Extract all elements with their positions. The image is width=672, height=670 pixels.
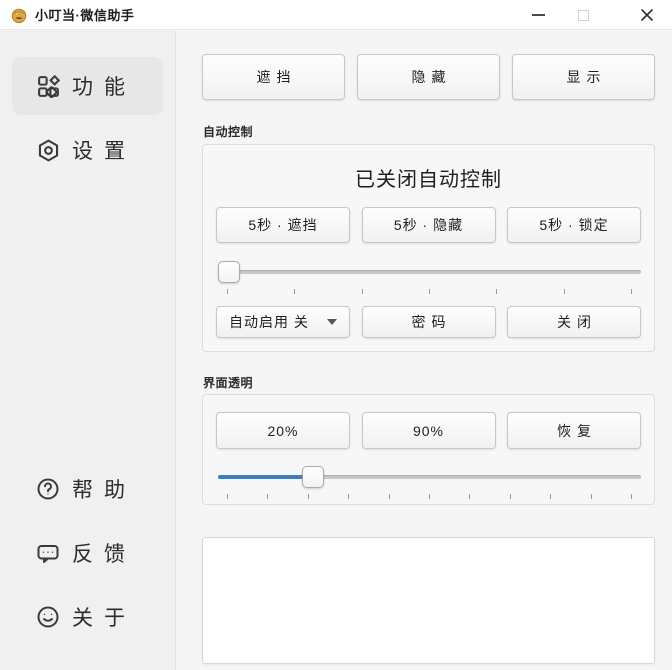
opacity-90-button[interactable]: 90% <box>362 412 496 449</box>
transparency-label: 界面透明 <box>203 374 253 391</box>
maximize-icon <box>578 10 589 21</box>
sidebar-item-about[interactable]: 关于 <box>12 588 163 646</box>
hide-button-label: 隐藏 <box>412 67 452 87</box>
bell-icon <box>10 6 28 24</box>
slider-thumb[interactable] <box>218 261 240 283</box>
app-window: 小叮当·微信助手 <box>0 0 672 670</box>
close-icon <box>640 8 654 22</box>
sidebar-item-features[interactable]: 功能 <box>12 57 163 115</box>
sidebar-item-label: 设置 <box>72 135 136 165</box>
auto-control-slider[interactable] <box>218 261 641 283</box>
slider-thumb[interactable] <box>302 466 324 488</box>
auto-control-status: 已关闭自动控制 <box>203 163 654 192</box>
sidebar-item-label: 帮助 <box>72 474 136 504</box>
show-button-label: 显示 <box>567 67 607 87</box>
transparency-group: 20% 90% 恢复 <box>202 394 655 505</box>
log-textarea[interactable] <box>202 537 655 664</box>
timer-cover-button[interactable]: 5秒 · 遮挡 <box>216 207 350 243</box>
top-button-row: 遮挡 隐藏 显示 <box>202 54 655 100</box>
sidebar-item-label: 功能 <box>72 71 136 101</box>
maximize-button[interactable] <box>566 0 600 30</box>
timer-button-row: 5秒 · 遮挡 5秒 · 隐藏 5秒 · 锁定 <box>216 207 641 243</box>
chevron-down-icon <box>327 319 337 325</box>
password-button-label: 密码 <box>412 312 452 332</box>
title-bar: 小叮当·微信助手 <box>0 0 672 30</box>
close-control-button-label: 关闭 <box>557 312 597 332</box>
gear-icon <box>36 138 61 163</box>
auto-enable-dropdown[interactable]: 自动启用 关 <box>216 306 350 338</box>
opacity-90-label: 90% <box>413 423 444 439</box>
minimize-button[interactable] <box>521 0 555 30</box>
timer-cover-label: 5秒 · 遮挡 <box>248 215 317 235</box>
timer-hide-button[interactable]: 5秒 · 隐藏 <box>362 207 496 243</box>
grid-icon <box>36 74 61 99</box>
opacity-20-button[interactable]: 20% <box>216 412 350 449</box>
auto-enable-dropdown-value: 自动启用 关 <box>229 312 327 332</box>
window-title: 小叮当·微信助手 <box>35 5 134 24</box>
sidebar-item-label: 关于 <box>72 602 136 632</box>
opacity-restore-label: 恢复 <box>557 421 597 441</box>
password-button[interactable]: 密码 <box>362 306 496 338</box>
opacity-restore-button[interactable]: 恢复 <box>507 412 641 449</box>
slider-ticks <box>227 494 632 499</box>
help-icon <box>36 477 61 502</box>
close-button[interactable] <box>630 0 664 30</box>
slider-fill <box>218 475 313 479</box>
show-button[interactable]: 显示 <box>512 54 655 100</box>
sidebar: 功能 设置 <box>0 31 176 670</box>
slider-track <box>218 270 641 274</box>
minimize-icon <box>532 14 545 16</box>
auto-control-label: 自动控制 <box>203 123 253 140</box>
slider-ticks <box>227 289 632 294</box>
smiley-icon <box>36 605 61 630</box>
transparency-slider[interactable] <box>218 466 641 488</box>
sidebar-item-settings[interactable]: 设置 <box>12 121 163 179</box>
cover-button[interactable]: 遮挡 <box>202 54 345 100</box>
cover-button-label: 遮挡 <box>257 67 297 87</box>
auto-control-bottom-row: 自动启用 关 密码 关闭 <box>216 306 641 338</box>
hide-button[interactable]: 隐藏 <box>357 54 500 100</box>
opacity-20-label: 20% <box>267 423 298 439</box>
feedback-icon <box>36 541 61 566</box>
close-control-button[interactable]: 关闭 <box>507 306 641 338</box>
timer-lock-button[interactable]: 5秒 · 锁定 <box>507 207 641 243</box>
sidebar-item-feedback[interactable]: 反馈 <box>12 524 163 582</box>
timer-lock-label: 5秒 · 锁定 <box>539 215 608 235</box>
auto-control-group: 已关闭自动控制 5秒 · 遮挡 5秒 · 隐藏 5秒 · 锁定 <box>202 144 655 352</box>
timer-hide-label: 5秒 · 隐藏 <box>394 215 463 235</box>
main-content: 遮挡 隐藏 显示 自动控制 已关闭自动控制 5秒 · 遮挡 5秒 · 隐藏 5秒 <box>177 31 672 670</box>
transparency-button-row: 20% 90% 恢复 <box>216 412 641 449</box>
sidebar-item-label: 反馈 <box>72 538 136 568</box>
sidebar-item-help[interactable]: 帮助 <box>12 460 163 518</box>
